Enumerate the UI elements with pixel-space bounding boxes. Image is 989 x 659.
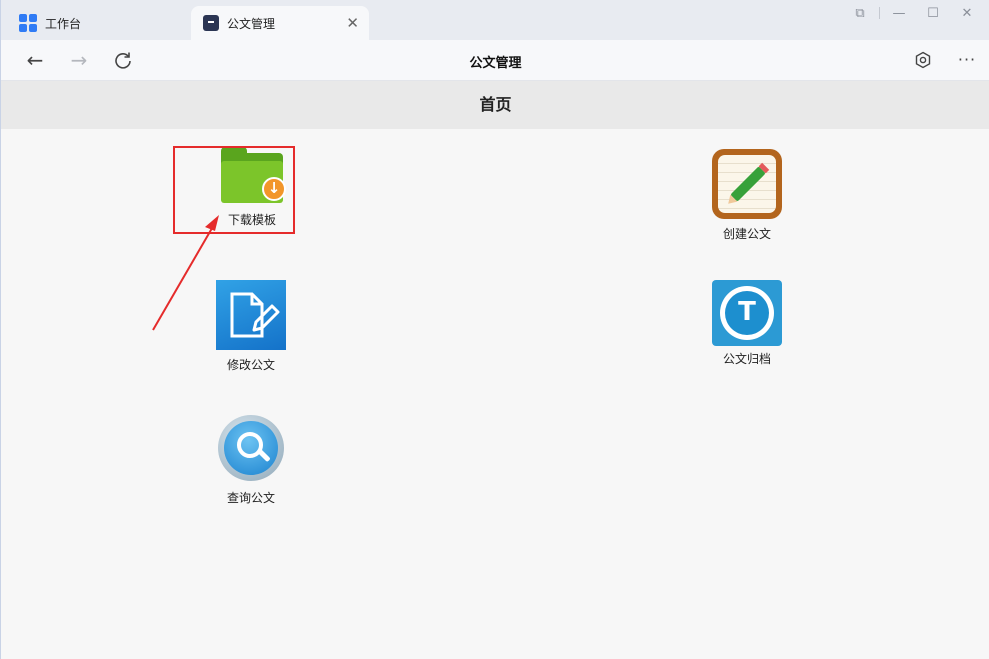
page-header: 首页 (1, 81, 989, 129)
app-search-document[interactable]: 查询公文 (206, 413, 296, 506)
annotation-arrow-icon (152, 215, 219, 331)
window-close-icon[interactable]: ✕ (950, 6, 984, 21)
app-label: 修改公文 (226, 358, 275, 372)
window-controls: ⧉ — ☐ ✕ (843, 0, 984, 26)
app-create-document[interactable]: 创建公文 (702, 149, 792, 242)
browser-toolbar: ← → 公文管理 ··· (1, 40, 989, 81)
page-title: 公文管理 (469, 56, 522, 71)
minimize-icon[interactable]: — (882, 6, 916, 21)
tab-document-management[interactable]: 公文管理 ✕ (191, 6, 369, 40)
app-label: 创建公文 (722, 227, 771, 241)
maximize-icon[interactable]: ☐ (916, 6, 950, 21)
settings-hexagon-icon[interactable] (912, 49, 934, 71)
tab-workbench[interactable]: 工作台 (19, 6, 169, 40)
app-label: 公文归档 (722, 352, 771, 366)
app-window: 工作台 公文管理 ✕ ⧉ — ☐ ✕ ← → 公文管理 ··· 首页 ↓ 下载模… (0, 0, 989, 659)
close-icon[interactable]: ✕ (346, 14, 359, 32)
document-app-icon (203, 15, 219, 31)
tab-label: 工作台 (45, 16, 82, 31)
tab-label: 公文管理 (227, 16, 276, 31)
more-options-icon[interactable]: ··· (956, 49, 978, 71)
magnifier-icon (216, 413, 286, 483)
pencil-notebook-icon (712, 149, 782, 219)
tab-bar: 工作台 公文管理 ✕ ⧉ — ☐ ✕ (1, 0, 989, 40)
app-archive-document[interactable]: T 公文归档 (702, 280, 792, 367)
archive-upload-icon: T (712, 280, 782, 346)
app-grid: ↓ 下载模板 创建公文 修改公文 T 公文归档 查询公文 (1, 129, 989, 659)
workbench-grid-icon (19, 14, 37, 32)
app-label: 查询公文 (226, 491, 275, 505)
divider (879, 7, 880, 19)
pin-window-icon[interactable]: ⧉ (843, 6, 877, 21)
